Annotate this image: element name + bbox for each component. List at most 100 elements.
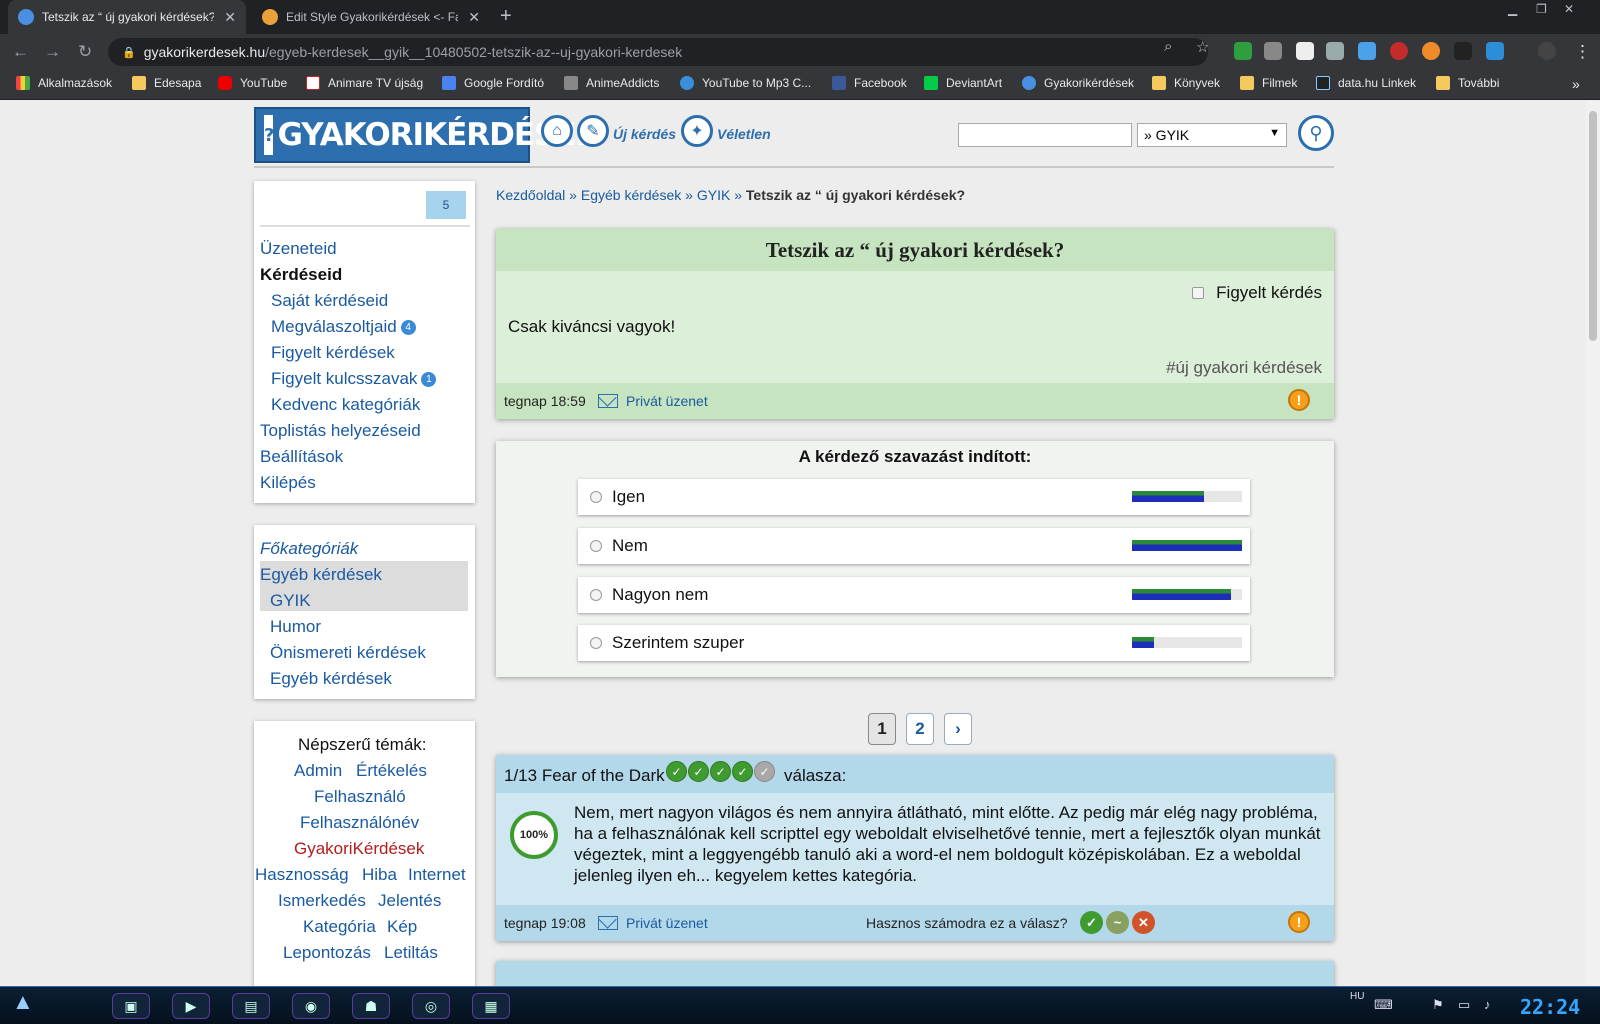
game-app-icon[interactable]: ◉ [292, 993, 330, 1019]
close-tab-icon[interactable]: ✕ [468, 9, 480, 26]
site-logo[interactable]: ? GYAKORIKÉRDÉSEK [254, 107, 600, 163]
bookmark-item[interactable]: YouTube to Mp3 C... [680, 76, 811, 90]
scrollbar-thumb[interactable] [1589, 111, 1597, 341]
bookmark-item[interactable]: Animare TV újság [306, 76, 423, 90]
topic-link[interactable]: Admin [294, 761, 342, 781]
topic-link[interactable]: Lepontozás [283, 943, 371, 963]
bookmark-item[interactable]: YouTube [218, 76, 287, 90]
page-1-button[interactable]: 1 [868, 713, 896, 745]
tray-keyboard-icon[interactable]: ⌨ [1374, 997, 1393, 1013]
report-icon[interactable]: ! [1288, 911, 1310, 933]
breadcrumb-home[interactable]: Kezdőoldal [496, 187, 565, 203]
menu-icon[interactable]: ⋮ [1574, 42, 1591, 62]
bookmark-item[interactable]: Filmek [1240, 76, 1297, 90]
sidebar-item-toplist[interactable]: Toplistás helyezéseid [260, 421, 421, 441]
topic-link[interactable]: Felhasználónév [300, 813, 419, 833]
page-scrollbar[interactable] [1586, 101, 1600, 986]
bookmark-more[interactable]: További [1436, 76, 1499, 90]
topic-link[interactable]: Értékelés [356, 761, 427, 781]
bookmark-item[interactable]: AnimeAddicts [564, 76, 659, 90]
back-icon[interactable]: ← [12, 42, 29, 62]
search-icon[interactable]: ⚲ [1298, 115, 1334, 151]
vote-neutral-icon[interactable]: ~ [1106, 911, 1129, 934]
watch-checkbox[interactable] [1192, 287, 1205, 299]
volume-icon[interactable]: ♪ [1484, 997, 1491, 1012]
extension-save-icon[interactable] [1358, 42, 1376, 60]
address-bar[interactable]: 🔒 gyakorikerdesek.hu /egyeb-kerdesek__gy… [108, 38, 1208, 66]
main-categories-title[interactable]: Főkategóriák [260, 539, 358, 559]
bookmark-item[interactable]: Google Fordító [442, 76, 544, 90]
ublock-icon[interactable] [1390, 42, 1408, 60]
watch-question-toggle[interactable]: Figyelt kérdés [1192, 283, 1322, 303]
private-message-link[interactable]: Privát üzenet [626, 393, 708, 409]
tab-edit-style[interactable]: Edit Style Gyakorikérdések <- Fa ✕ [252, 0, 490, 34]
file-explorer-icon[interactable]: ▤ [232, 993, 270, 1019]
extension-drop-icon[interactable] [1422, 42, 1440, 60]
sidebar-item-settings[interactable]: Beállítások [260, 447, 343, 467]
answer-author[interactable]: Fear of the Dark [542, 766, 665, 785]
sidebar-item-answered[interactable]: Megválaszoltjaid 4 [271, 317, 416, 337]
bookmark-star-icon[interactable]: ☆ [1196, 38, 1209, 56]
poll-option[interactable]: Szerintem szuper [578, 625, 1250, 661]
zoom-icon[interactable]: ⌕ [1164, 38, 1172, 55]
next-page-button[interactable]: › [944, 713, 972, 745]
topic-link[interactable]: Hiba [362, 865, 397, 885]
restore-icon[interactable]: ❐ [1536, 2, 1547, 16]
tab-question[interactable]: Tetszik az “ új gyakori kérdések? ✕ [8, 0, 246, 34]
close-tab-icon[interactable]: ✕ [224, 9, 236, 26]
extension-check-icon[interactable] [1234, 42, 1252, 60]
taskbar-app-icon[interactable]: ▣ [112, 993, 150, 1019]
breadcrumb-subcategory[interactable]: GYIK [697, 187, 730, 203]
bookmark-item[interactable]: Gyakorikérdések [1022, 76, 1134, 90]
language-indicator[interactable]: HU [1350, 991, 1364, 1002]
category-link[interactable]: Egyéb kérdések [260, 565, 382, 585]
extension-download-icon[interactable] [1264, 42, 1282, 60]
bookmarks-overflow-icon[interactable]: » [1572, 76, 1580, 92]
topic-link[interactable]: Kép [387, 917, 417, 937]
topic-link[interactable]: Hasznosság [255, 865, 349, 885]
topic-link[interactable]: GyakoriKérdések [294, 839, 424, 859]
envelope-icon[interactable] [598, 916, 618, 930]
minimize-icon[interactable]: ▁ [1508, 2, 1517, 16]
start-menu-icon[interactable]: ▲ [12, 989, 42, 1021]
media-player-icon[interactable]: ▶ [172, 993, 210, 1019]
forward-icon[interactable]: → [44, 42, 61, 62]
poll-radio[interactable] [590, 491, 602, 503]
category-link[interactable]: Önismereti kérdések [270, 643, 426, 663]
topic-link[interactable]: Jelentés [378, 891, 441, 911]
extension-cube-icon[interactable] [1454, 42, 1472, 60]
bookmark-item[interactable]: data.hu Linkek [1316, 76, 1416, 90]
report-icon[interactable]: ! [1288, 389, 1310, 411]
poll-option[interactable]: Nem [578, 528, 1250, 564]
sidebar-item-own-questions[interactable]: Saját kérdéseid [271, 291, 388, 311]
random-link[interactable]: Véletlen [717, 126, 771, 142]
taskbar-app-icon[interactable]: ▦ [472, 993, 510, 1019]
extension-mask-icon[interactable] [1296, 42, 1314, 60]
poll-option[interactable]: Igen [578, 479, 1250, 515]
bookmark-item[interactable]: Könyvek [1152, 76, 1220, 90]
bookmark-item[interactable]: Facebook [832, 76, 907, 90]
vote-yes-icon[interactable]: ✓ [1080, 911, 1103, 934]
flag-icon[interactable]: ⚑ [1432, 997, 1444, 1013]
bookmark-item[interactable]: DeviantArt [924, 76, 1002, 90]
topic-link[interactable]: Internet [408, 865, 466, 885]
poll-option[interactable]: Nagyon nem [578, 577, 1250, 613]
sidebar-item-logout[interactable]: Kilépés [260, 473, 316, 493]
page-2-button[interactable]: 2 [906, 713, 934, 745]
poll-radio[interactable] [590, 540, 602, 552]
bookmark-item[interactable]: Edesapa [132, 76, 201, 90]
private-message-link[interactable]: Privát üzenet [626, 915, 708, 931]
topic-link[interactable]: Kategória [303, 917, 376, 937]
home-icon[interactable]: ⌂ [541, 115, 573, 147]
pencil-icon[interactable]: ✎ [577, 115, 609, 147]
search-category-select[interactable]: » GYIK ▼ [1137, 123, 1287, 147]
network-icon[interactable]: ▭ [1458, 997, 1470, 1013]
question-tag[interactable]: #új gyakori kérdések [1166, 358, 1322, 378]
sidebar-item-messages[interactable]: Üzeneteid [260, 239, 337, 259]
magic-wand-icon[interactable]: ✦ [681, 115, 713, 147]
reload-icon[interactable]: ↻ [78, 42, 92, 62]
envelope-icon[interactable] [598, 394, 618, 408]
extension-arrow-icon[interactable] [1326, 42, 1344, 60]
bookmark-apps[interactable]: Alkalmazások [16, 76, 112, 90]
category-link[interactable]: GYIK [270, 591, 311, 611]
